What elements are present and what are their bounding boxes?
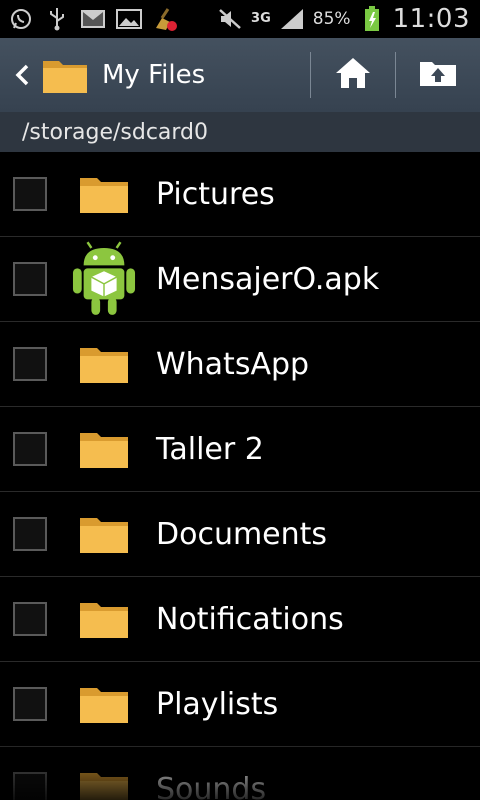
checkbox[interactable]: [13, 772, 47, 800]
battery-charging-icon: [359, 6, 385, 32]
file-name: Playlists: [156, 686, 279, 722]
file-list: Pictures MensajerO.apk WhatsApp Taller 2…: [0, 152, 480, 800]
file-name: Notifications: [156, 601, 344, 637]
network-type-label: 3G: [251, 11, 271, 26]
file-name: WhatsApp: [156, 346, 310, 382]
up-folder-button[interactable]: [396, 38, 480, 112]
folder-icon: [72, 669, 136, 739]
page-title: My Files: [102, 60, 206, 90]
whatsapp-icon: [8, 6, 34, 32]
folder-up-icon: [418, 56, 458, 94]
gmail-icon: [80, 6, 106, 32]
file-name: MensajerO.apk: [156, 261, 380, 297]
list-item[interactable]: Taller 2: [0, 407, 480, 492]
home-button[interactable]: [311, 38, 395, 112]
checkbox[interactable]: [13, 432, 47, 466]
cleaner-icon: [152, 6, 178, 32]
chevron-left-icon[interactable]: [4, 38, 40, 112]
path-bar: /storage/sdcard0: [0, 112, 480, 152]
folder-icon: [40, 38, 90, 112]
file-name: Pictures: [156, 176, 275, 212]
checkbox[interactable]: [13, 517, 47, 551]
list-item[interactable]: MensajerO.apk: [0, 237, 480, 322]
usb-icon: [44, 6, 70, 32]
status-bar: 3G 85% 11:03: [0, 0, 480, 38]
checkbox[interactable]: [13, 602, 47, 636]
list-item[interactable]: Pictures: [0, 152, 480, 237]
folder-icon: [72, 159, 136, 229]
gallery-icon: [116, 6, 142, 32]
folder-icon: [72, 584, 136, 654]
folder-icon: [72, 414, 136, 484]
list-item[interactable]: Sounds: [0, 747, 480, 800]
battery-percent: 85%: [312, 9, 351, 29]
mute-icon: [217, 6, 243, 32]
list-item[interactable]: Playlists: [0, 662, 480, 747]
list-item[interactable]: Notifications: [0, 577, 480, 662]
list-item[interactable]: WhatsApp: [0, 322, 480, 407]
file-name: Documents: [156, 516, 328, 552]
checkbox[interactable]: [13, 177, 47, 211]
action-bar: My Files: [0, 38, 480, 112]
file-name: Taller 2: [156, 431, 264, 467]
checkbox[interactable]: [13, 347, 47, 381]
folder-icon: [72, 499, 136, 569]
home-icon: [334, 56, 372, 94]
list-item[interactable]: Documents: [0, 492, 480, 577]
checkbox[interactable]: [13, 262, 47, 296]
file-name: Sounds: [156, 771, 267, 800]
folder-icon: [72, 329, 136, 399]
android-apk-icon: [72, 241, 136, 315]
clock: 11:03: [392, 4, 470, 34]
checkbox[interactable]: [13, 687, 47, 721]
signal-icon: [279, 6, 305, 32]
folder-icon: [72, 754, 136, 800]
